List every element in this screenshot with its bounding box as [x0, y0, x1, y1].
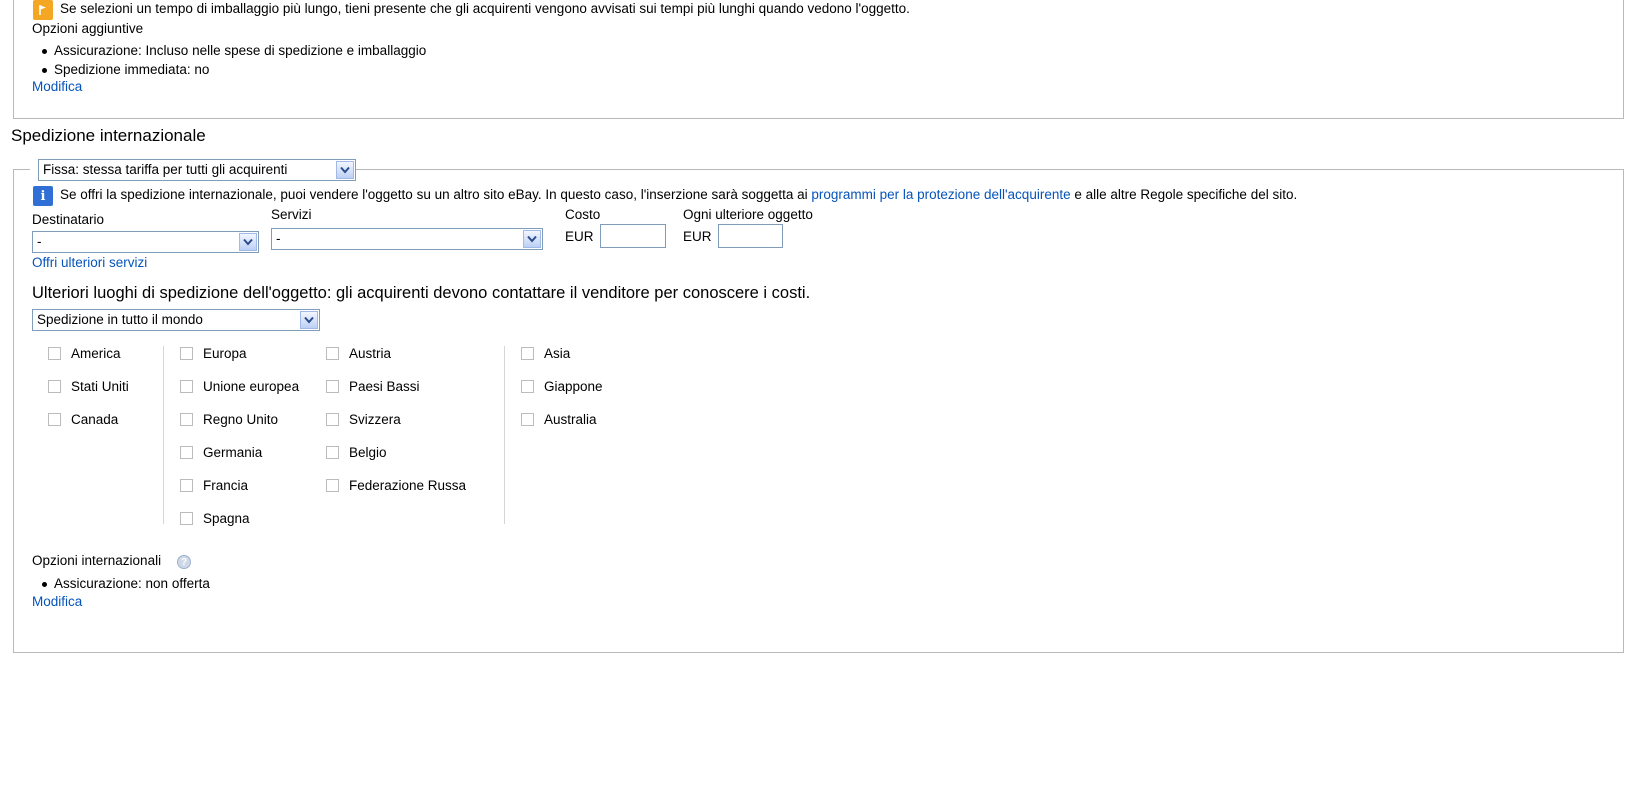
checkbox[interactable] [180, 512, 193, 525]
checkbox[interactable] [180, 347, 193, 360]
checkbox-austria[interactable]: Austria [326, 346, 391, 361]
checkbox[interactable] [521, 347, 534, 360]
region-divider [163, 346, 164, 524]
checkbox-giappone[interactable]: Giappone [521, 379, 603, 394]
checkbox[interactable] [180, 446, 193, 459]
additional-currency: EUR [683, 229, 712, 244]
additional-locations-title: Ulteriori luoghi di spedizione dell'ogge… [32, 284, 811, 302]
checkbox-federazione-russa[interactable]: Federazione Russa [326, 478, 466, 493]
checkbox-asia[interactable]: Asia [521, 346, 570, 361]
checkbox-australia[interactable]: Australia [521, 412, 597, 427]
checkbox[interactable] [326, 413, 339, 426]
destination-label: Destinatario [32, 212, 105, 227]
list-item: Assicurazione: Incluso nelle spese di sp… [32, 41, 426, 60]
locations-select[interactable]: Spedizione in tutto il mondo [32, 309, 320, 331]
checkbox[interactable] [48, 380, 61, 393]
chevron-down-icon[interactable] [300, 311, 318, 329]
checkbox-francia[interactable]: Francia [180, 478, 248, 493]
region-divider [504, 346, 505, 524]
checkbox[interactable] [48, 413, 61, 426]
flag-icon [33, 0, 53, 20]
checkbox[interactable] [326, 347, 339, 360]
more-services-link[interactable]: Offri ulteriori servizi [32, 255, 147, 270]
checkbox-regno-unito[interactable]: Regno Unito [180, 412, 278, 427]
additional-options-title: Opzioni aggiuntive [32, 21, 144, 36]
checkbox-canada[interactable]: Canada [48, 412, 118, 427]
checkbox[interactable] [326, 380, 339, 393]
checkbox[interactable] [326, 479, 339, 492]
cost-label: Costo [565, 207, 601, 222]
buyer-protection-link[interactable]: programmi per la protezione dell'acquire… [811, 187, 1070, 202]
destination-value: - [37, 234, 42, 249]
additional-item-input[interactable] [718, 224, 783, 248]
international-options-list: Assicurazione: non offerta [32, 574, 210, 593]
checkbox-svizzera[interactable]: Svizzera [326, 412, 401, 427]
service-value: - [276, 231, 281, 246]
checkbox[interactable] [180, 479, 193, 492]
cost-input[interactable] [600, 224, 666, 248]
checkbox-america[interactable]: America [48, 346, 121, 361]
checkbox-paesi-bassi[interactable]: Paesi Bassi [326, 379, 420, 394]
checkbox[interactable] [521, 380, 534, 393]
checkbox-belgio[interactable]: Belgio [326, 445, 387, 460]
chevron-down-icon[interactable] [336, 161, 354, 179]
info-icon: i [33, 186, 53, 206]
services-select[interactable]: - [271, 228, 543, 250]
checkbox[interactable] [521, 413, 534, 426]
checkbox[interactable] [180, 380, 193, 393]
domestic-edit-link[interactable]: Modifica [32, 79, 82, 94]
chevron-down-icon[interactable] [523, 230, 541, 248]
checkbox[interactable] [180, 413, 193, 426]
international-edit-link[interactable]: Modifica [32, 594, 82, 609]
help-icon[interactable]: ? [177, 555, 191, 569]
checkbox-stati-uniti[interactable]: Stati Uniti [48, 379, 129, 394]
cost-currency: EUR [565, 229, 594, 244]
checkbox-germania[interactable]: Germania [180, 445, 262, 460]
checkbox-spagna[interactable]: Spagna [180, 511, 250, 526]
list-item: Spedizione immediata: no [32, 60, 426, 79]
rate-type-value: Fissa: stessa tariffa per tutti gli acqu… [43, 162, 288, 177]
international-info-text: Se offri la spedizione internazionale, p… [60, 187, 1298, 202]
checkbox-unione-europea[interactable]: Unione europea [180, 379, 299, 394]
additional-options-list: Assicurazione: Incluso nelle spese di sp… [32, 41, 426, 79]
international-options-title: Opzioni internazionali [32, 553, 162, 568]
rate-type-select[interactable]: Fissa: stessa tariffa per tutti gli acqu… [38, 159, 356, 181]
services-label: Servizi [271, 207, 312, 222]
checkbox[interactable] [326, 446, 339, 459]
additional-item-label: Ogni ulteriore oggetto [683, 207, 813, 222]
list-item: Assicurazione: non offerta [32, 574, 210, 593]
locations-value: Spedizione in tutto il mondo [37, 312, 203, 327]
chevron-down-icon[interactable] [239, 233, 257, 251]
destination-select[interactable]: - [32, 231, 259, 253]
checkbox-europa[interactable]: Europa [180, 346, 247, 361]
international-section-title: Spedizione internazionale [11, 126, 206, 145]
checkbox[interactable] [48, 347, 61, 360]
packaging-notice: Se selezioni un tempo di imballaggio più… [60, 1, 910, 16]
